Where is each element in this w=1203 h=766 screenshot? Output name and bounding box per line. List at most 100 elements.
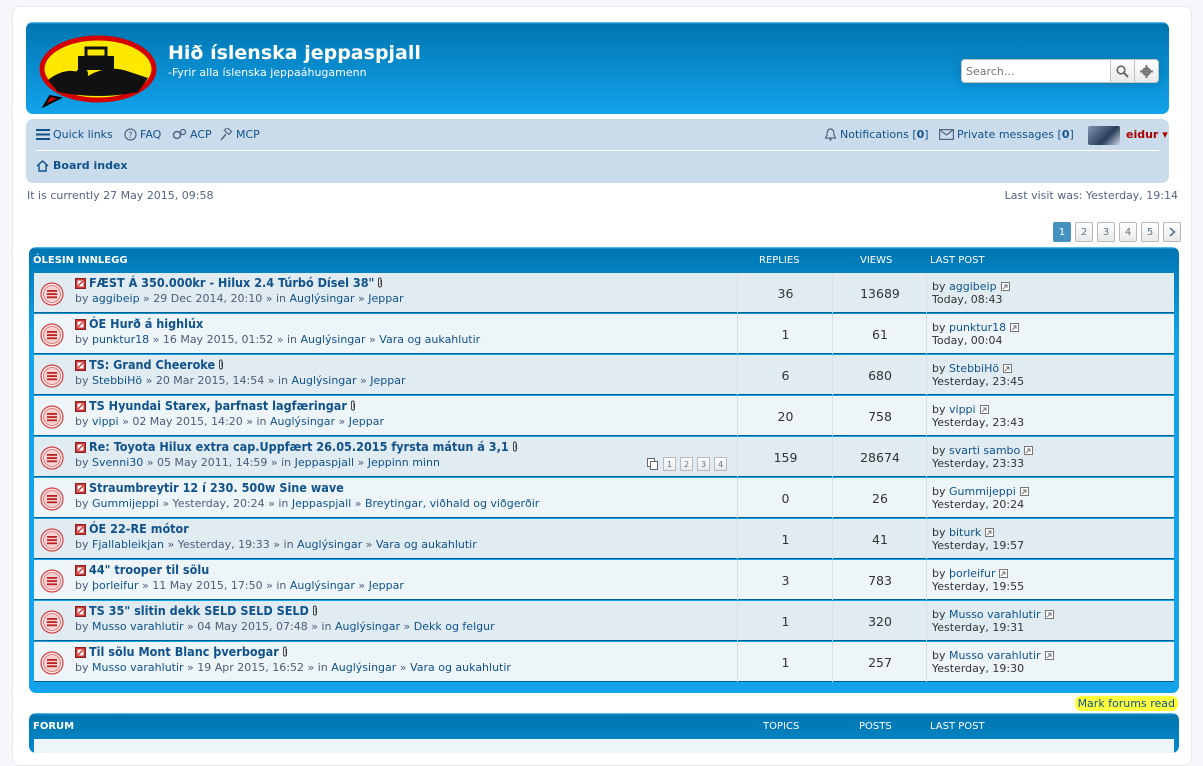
unread-topic-icon[interactable]	[40, 487, 64, 511]
next-page-button[interactable]	[1163, 222, 1181, 242]
topic-page-button[interactable]: 3	[697, 457, 710, 471]
page-button-5[interactable]: 5	[1141, 222, 1159, 242]
last-post-author[interactable]: aggibeip	[949, 280, 997, 293]
breadcrumb[interactable]: Board index	[36, 159, 128, 172]
subforum-link[interactable]: Dekk og felgur	[414, 620, 495, 633]
topic-author[interactable]: Svenni30	[92, 456, 143, 469]
quick-links-menu[interactable]: Quick links	[36, 128, 113, 141]
unread-post-icon[interactable]	[75, 278, 86, 289]
search-button[interactable]	[1110, 59, 1135, 83]
forum-link[interactable]: Auglýsingar	[301, 333, 366, 346]
unread-post-icon[interactable]	[75, 565, 86, 576]
topic-title[interactable]: TS: Grand Cheeroke	[89, 357, 215, 372]
page-button-3[interactable]: 3	[1097, 222, 1115, 242]
forum-link[interactable]: Auglýsingar	[270, 415, 335, 428]
subforum-link[interactable]: Jeppar	[349, 415, 384, 428]
last-post-author[interactable]: Gummijeppi	[949, 485, 1016, 498]
subforum-link[interactable]: Jeppar	[370, 374, 405, 387]
last-post-author[interactable]: vippi	[949, 403, 976, 416]
topic-title[interactable]: ÓE Hurð á highlúx	[89, 316, 203, 331]
mark-forums-read-link[interactable]: Mark forums read	[1074, 696, 1178, 711]
topic-title-link[interactable]: 44" trooper til sölu	[89, 562, 209, 577]
page-button-1[interactable]: 1	[1053, 222, 1071, 242]
forum-link[interactable]: Jeppaspjall	[292, 497, 351, 510]
forum-link[interactable]: Auglýsingar	[331, 661, 396, 674]
unread-topic-icon[interactable]	[40, 405, 64, 429]
view-latest-post-icon[interactable]	[1044, 651, 1055, 661]
topic-author[interactable]: StebbiHö	[92, 374, 142, 387]
last-post-author[interactable]: biturk	[949, 526, 981, 539]
topic-page-button[interactable]: 2	[680, 457, 693, 471]
unread-post-icon[interactable]	[75, 606, 86, 617]
unread-post-icon[interactable]	[75, 401, 86, 412]
unread-topic-icon[interactable]	[40, 323, 64, 347]
notifications-link[interactable]: Notifications [0]	[824, 128, 929, 141]
forum-link[interactable]: Auglýsingar	[290, 579, 355, 592]
subforum-link[interactable]: Vara og aukahlutir	[376, 538, 477, 551]
topic-author[interactable]: Fjallableikjan	[92, 538, 164, 551]
page-button-2[interactable]: 2	[1075, 222, 1093, 242]
topic-title-link[interactable]: TS 35" slitin dekk SELD SELD SELD	[89, 603, 318, 618]
topic-page-button[interactable]: 1	[663, 457, 676, 471]
topic-title-link[interactable]: TS Hyundai Starex, þarfnast lagfæringar	[89, 398, 356, 413]
topic-title-link[interactable]: Straumbreytir 12 í 230. 500w Sine wave	[89, 480, 344, 495]
topic-author[interactable]: aggibeip	[92, 292, 140, 305]
topic-author[interactable]: punktur18	[92, 333, 149, 346]
topic-title-link[interactable]: Til sölu Mont Blanc þverbogar	[89, 644, 288, 659]
view-latest-post-icon[interactable]	[1024, 446, 1034, 456]
subforum-link[interactable]: Vara og aukahlutir	[379, 333, 480, 346]
topic-author[interactable]: Musso varahlutir	[92, 620, 184, 633]
last-post-author[interactable]: StebbiHö	[949, 362, 999, 375]
acp-link[interactable]: ACP	[172, 128, 212, 141]
unread-post-icon[interactable]	[75, 483, 86, 494]
topic-title-link[interactable]: FÆST Á 350.000kr - Hilux 2.4 Túrbó Dísel…	[89, 275, 383, 290]
topic-title[interactable]: 44" trooper til sölu	[89, 562, 209, 577]
topic-title-link[interactable]: TS: Grand Cheeroke	[89, 357, 224, 372]
subforum-link[interactable]: Jeppar	[368, 292, 403, 305]
topic-title-link[interactable]: ÓE 22-RE mótor	[89, 521, 189, 536]
subforum-link[interactable]: Breytingar, viðhald og viðgerðir	[365, 497, 539, 510]
forum-link[interactable]: Auglýsingar	[290, 292, 355, 305]
unread-topic-icon[interactable]	[40, 569, 64, 593]
unread-post-icon[interactable]	[75, 442, 86, 453]
topic-title[interactable]: Til sölu Mont Blanc þverbogar	[89, 644, 279, 659]
topic-title[interactable]: Re: Toyota Hilux extra cap.Uppfært 26.05…	[89, 439, 509, 454]
unread-topic-icon[interactable]	[40, 282, 64, 306]
subforum-link[interactable]: Jeppar	[369, 579, 404, 592]
unread-topic-icon[interactable]	[40, 364, 64, 388]
last-post-author[interactable]: svarti sambo	[949, 444, 1020, 457]
topic-title-link[interactable]: Re: Toyota Hilux extra cap.Uppfært 26.05…	[89, 439, 518, 454]
mcp-link[interactable]: MCP	[220, 128, 260, 141]
view-latest-post-icon[interactable]	[1044, 610, 1055, 620]
view-latest-post-icon[interactable]	[985, 528, 995, 538]
topic-author[interactable]: Musso varahlutir	[92, 661, 184, 674]
unread-post-icon[interactable]	[75, 319, 86, 330]
avatar[interactable]	[1088, 126, 1120, 145]
subforum-link[interactable]: Vara og aukahlutir	[410, 661, 511, 674]
site-logo[interactable]	[38, 34, 158, 109]
advanced-search-button[interactable]	[1134, 59, 1159, 83]
username-menu[interactable]: eidur ▾	[1126, 128, 1168, 141]
section-title[interactable]: ÓLESIN INNLEGG	[33, 255, 128, 266]
topic-title[interactable]: TS Hyundai Starex, þarfnast lagfæringar	[89, 398, 347, 413]
page-button-4[interactable]: 4	[1119, 222, 1137, 242]
topic-title[interactable]: FÆST Á 350.000kr - Hilux 2.4 Túrbó Dísel…	[89, 275, 374, 290]
topic-author[interactable]: Gummijeppi	[92, 497, 159, 510]
topic-author[interactable]: þorleifur	[92, 579, 138, 592]
topic-title[interactable]: ÓE 22-RE mótor	[89, 521, 189, 536]
topic-title[interactable]: TS 35" slitin dekk SELD SELD SELD	[89, 603, 309, 618]
forum-link[interactable]: Auglýsingar	[335, 620, 400, 633]
topic-title[interactable]: Straumbreytir 12 í 230. 500w Sine wave	[89, 480, 344, 495]
last-post-author[interactable]: Musso varahlutir	[949, 649, 1041, 662]
unread-topic-icon[interactable]	[40, 610, 64, 634]
forum-link[interactable]: Auglýsingar	[292, 374, 357, 387]
unread-post-icon[interactable]	[75, 524, 86, 535]
topic-author[interactable]: vippi	[92, 415, 119, 428]
unread-topic-icon[interactable]	[40, 651, 64, 675]
forum-link[interactable]: Jeppaspjall	[295, 456, 354, 469]
view-latest-post-icon[interactable]	[1000, 282, 1011, 292]
forum-link[interactable]: Auglýsingar	[297, 538, 362, 551]
unread-post-icon[interactable]	[75, 360, 86, 371]
subforum-link[interactable]: Jeppinn minn	[368, 456, 440, 469]
view-latest-post-icon[interactable]	[999, 569, 1009, 579]
